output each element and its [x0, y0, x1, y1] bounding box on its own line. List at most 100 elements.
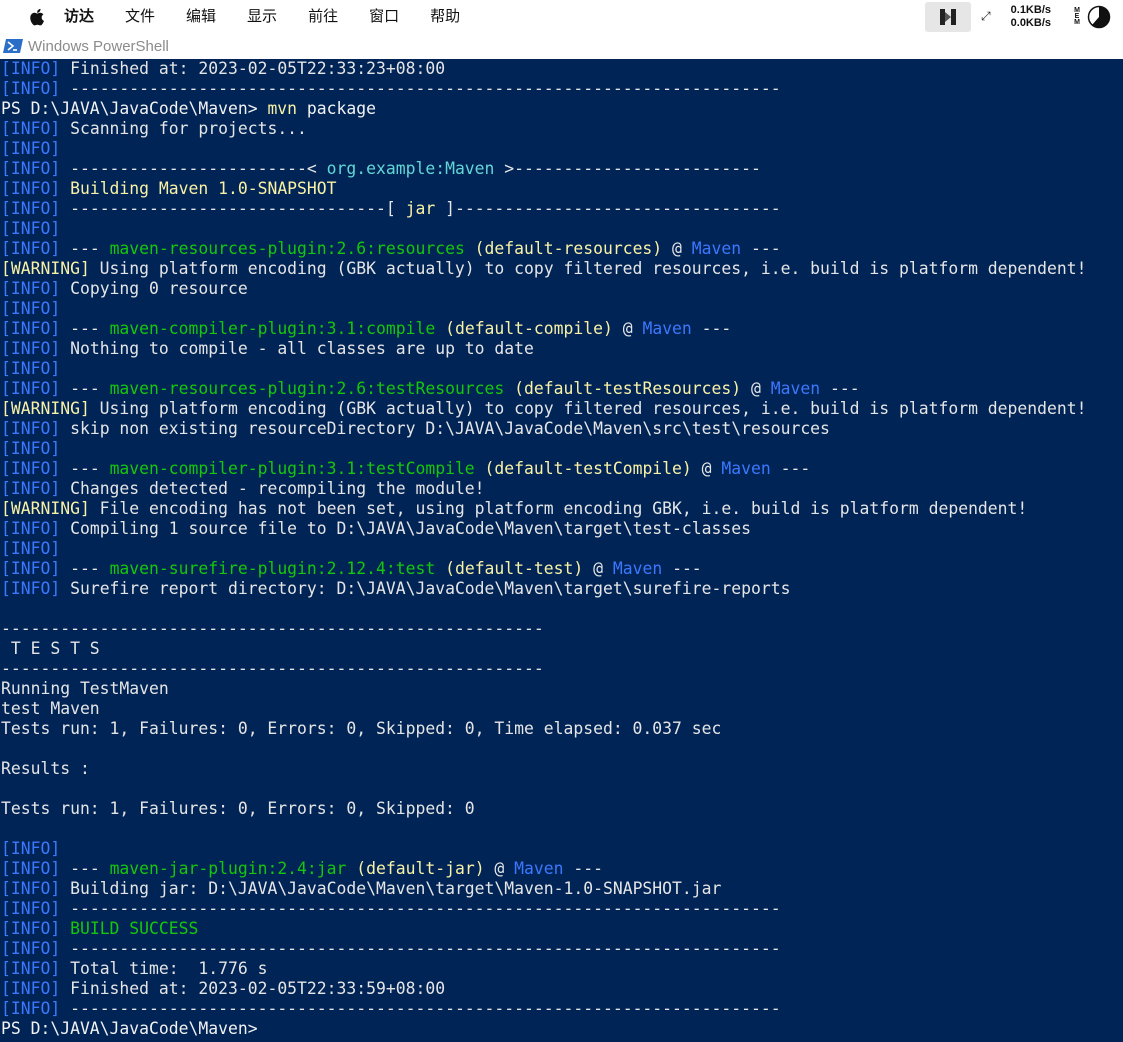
console-line: [WARNING] Using platform encoding (GBK a…	[1, 399, 1123, 419]
console-text: ----------------------------------------…	[1, 619, 544, 638]
console-text: [INFO]	[1, 859, 61, 878]
console-text: ----------------------------------------…	[60, 79, 781, 98]
memory-label: MEM	[1073, 7, 1081, 27]
console-line: [INFO] --- maven-jar-plugin:2.4:jar (def…	[1, 859, 1123, 879]
console-text: Changes detected - recompiling the modul…	[60, 479, 485, 498]
console-line: [INFO] ---------------------------------…	[1, 79, 1123, 99]
console-line: [INFO] --- maven-resources-plugin:2.6:te…	[1, 379, 1123, 399]
menu-help[interactable]: 帮助	[430, 0, 460, 33]
console-text: [INFO]	[1, 939, 61, 958]
console-line: [INFO] Scanning for projects...	[1, 119, 1123, 139]
console-line: [INFO] Compiling 1 source file to D:\JAV…	[1, 519, 1123, 539]
console-line: PS D:\JAVA\JavaCode\Maven> mvn package	[1, 99, 1123, 119]
console-text: test Maven	[1, 699, 100, 718]
menu-go[interactable]: 前往	[308, 0, 338, 33]
console-text: maven-compiler-plugin:3.1:compile	[109, 319, 436, 338]
console-line: [INFO] skip non existing resourceDirecto…	[1, 419, 1123, 439]
console-text: maven-compiler-plugin:3.1:testCompile	[109, 459, 475, 478]
menu-edit[interactable]: 编辑	[186, 0, 216, 33]
console-text: PS D:\JAVA\JavaCode\Maven>	[1, 99, 268, 118]
console-line: T E S T S	[1, 639, 1123, 659]
console-text: ----------------------------------------…	[60, 999, 781, 1018]
console-line: [WARNING] File encoding has not been set…	[1, 499, 1123, 519]
console-text: Results :	[1, 759, 90, 778]
console-text: Tests run: 1, Failures: 0, Errors: 0, Sk…	[1, 719, 722, 738]
console-text: @	[612, 319, 643, 338]
console-line: [INFO]	[1, 439, 1123, 459]
console-text: ---	[741, 239, 781, 258]
console-text: [INFO]	[1, 279, 61, 298]
expand-arrows-icon[interactable]: ⤢	[981, 9, 991, 24]
console-text: [INFO]	[1, 299, 61, 318]
console-lines: [INFO] Finished at: 2023-02-05T22:33:23+…	[0, 59, 1123, 1039]
console-text: skip non existing resourceDirectory D:\J…	[60, 419, 830, 438]
console-text: [INFO]	[1, 359, 61, 378]
console-text: [INFO]	[1, 239, 61, 258]
console-text: ---	[60, 559, 110, 578]
window-title-bar[interactable]: Windows PowerShell	[0, 33, 1123, 59]
menu-file[interactable]: 文件	[125, 0, 155, 33]
console-text: @	[484, 859, 515, 878]
console-line: [INFO]	[1, 539, 1123, 559]
console-text: ---	[60, 239, 110, 258]
console-text: ------------------------<	[60, 159, 327, 178]
console-line: [INFO]	[1, 359, 1123, 379]
console-text: Tests run: 1, Failures: 0, Errors: 0, Sk…	[1, 799, 475, 818]
status-area: ⤢ 0.1KB/s 0.0KB/s MEM	[925, 0, 1123, 33]
menu-view[interactable]: 显示	[247, 0, 277, 33]
console-text: [INFO]	[1, 339, 61, 358]
console-line: Tests run: 1, Failures: 0, Errors: 0, Sk…	[1, 799, 1123, 819]
tray-app-icon[interactable]	[925, 1, 972, 32]
menu-bar: 访达 文件 编辑 显示 前往 窗口 帮助 ⤢ 0.1KB/s 0.0KB/s M…	[0, 0, 1123, 33]
console-text: maven-surefire-plugin:2.12.4:test	[109, 559, 436, 578]
console-text: Building Maven 1.0-SNAPSHOT	[60, 179, 337, 198]
console-text: [INFO]	[1, 579, 61, 598]
console-text: [INFO]	[1, 179, 61, 198]
console-text: [INFO]	[1, 319, 61, 338]
console-line: [INFO] --------------------------------[…	[1, 199, 1123, 219]
console-line: test Maven	[1, 699, 1123, 719]
console-text: [WARNING]	[1, 259, 90, 278]
console-text: ----------------------------------------…	[60, 939, 781, 958]
console-text: @	[662, 239, 692, 258]
console-text: T E S T S	[1, 639, 100, 658]
console-line: Tests run: 1, Failures: 0, Errors: 0, Sk…	[1, 719, 1123, 739]
console-text: (default-testCompile)	[474, 459, 692, 478]
console-line: [INFO]	[1, 839, 1123, 859]
memory-pie-icon[interactable]	[1087, 5, 1111, 29]
console-line: [INFO] ---------------------------------…	[1, 939, 1123, 959]
console-text: ---	[60, 459, 110, 478]
network-speed[interactable]: 0.1KB/s 0.0KB/s	[1011, 4, 1051, 30]
console-text: Maven	[642, 319, 692, 338]
console-text: Surefire report directory: D:\JAVA\JavaC…	[60, 579, 791, 598]
apple-logo-icon[interactable]	[28, 7, 48, 27]
menu-finder[interactable]: 访达	[64, 0, 94, 33]
menu-window[interactable]: 窗口	[369, 0, 399, 33]
console-text: maven-resources-plugin:2.6:testResources	[109, 379, 505, 398]
console-line: [INFO] --- maven-surefire-plugin:2.12.4:…	[1, 559, 1123, 579]
console-text: ----------------------------------------…	[60, 899, 781, 918]
console-line: [INFO] ---------------------------------…	[1, 999, 1123, 1019]
app-logo-icon	[940, 8, 957, 25]
upload-speed: 0.1KB/s	[1010, 3, 1051, 16]
console-text: PS D:\JAVA\JavaCode\Maven>	[1, 1019, 258, 1038]
console-text: [WARNING]	[1, 399, 90, 418]
window-title: Windows PowerShell	[28, 37, 169, 55]
console-text: [WARNING]	[1, 499, 90, 518]
console-text: --------------------------------[	[60, 199, 406, 218]
console-text: Using platform encoding (GBK actually) t…	[89, 259, 1087, 278]
console-text: [INFO]	[1, 139, 61, 158]
console-text: package	[297, 99, 376, 118]
console-text: [INFO]	[1, 459, 61, 478]
console-text: @	[691, 459, 722, 478]
console-output[interactable]: [INFO] Finished at: 2023-02-05T22:33:23+…	[0, 59, 1123, 1042]
console-line: [INFO] BUILD SUCCESS	[1, 919, 1123, 939]
console-text: [INFO]	[1, 999, 61, 1018]
console-text: [INFO]	[1, 879, 61, 898]
console-line: [INFO] Building jar: D:\JAVA\JavaCode\Ma…	[1, 879, 1123, 899]
console-text: [INFO]	[1, 59, 61, 78]
console-line: [INFO] Nothing to compile - all classes …	[1, 339, 1123, 359]
console-text: ]---------------------------------	[435, 199, 781, 218]
